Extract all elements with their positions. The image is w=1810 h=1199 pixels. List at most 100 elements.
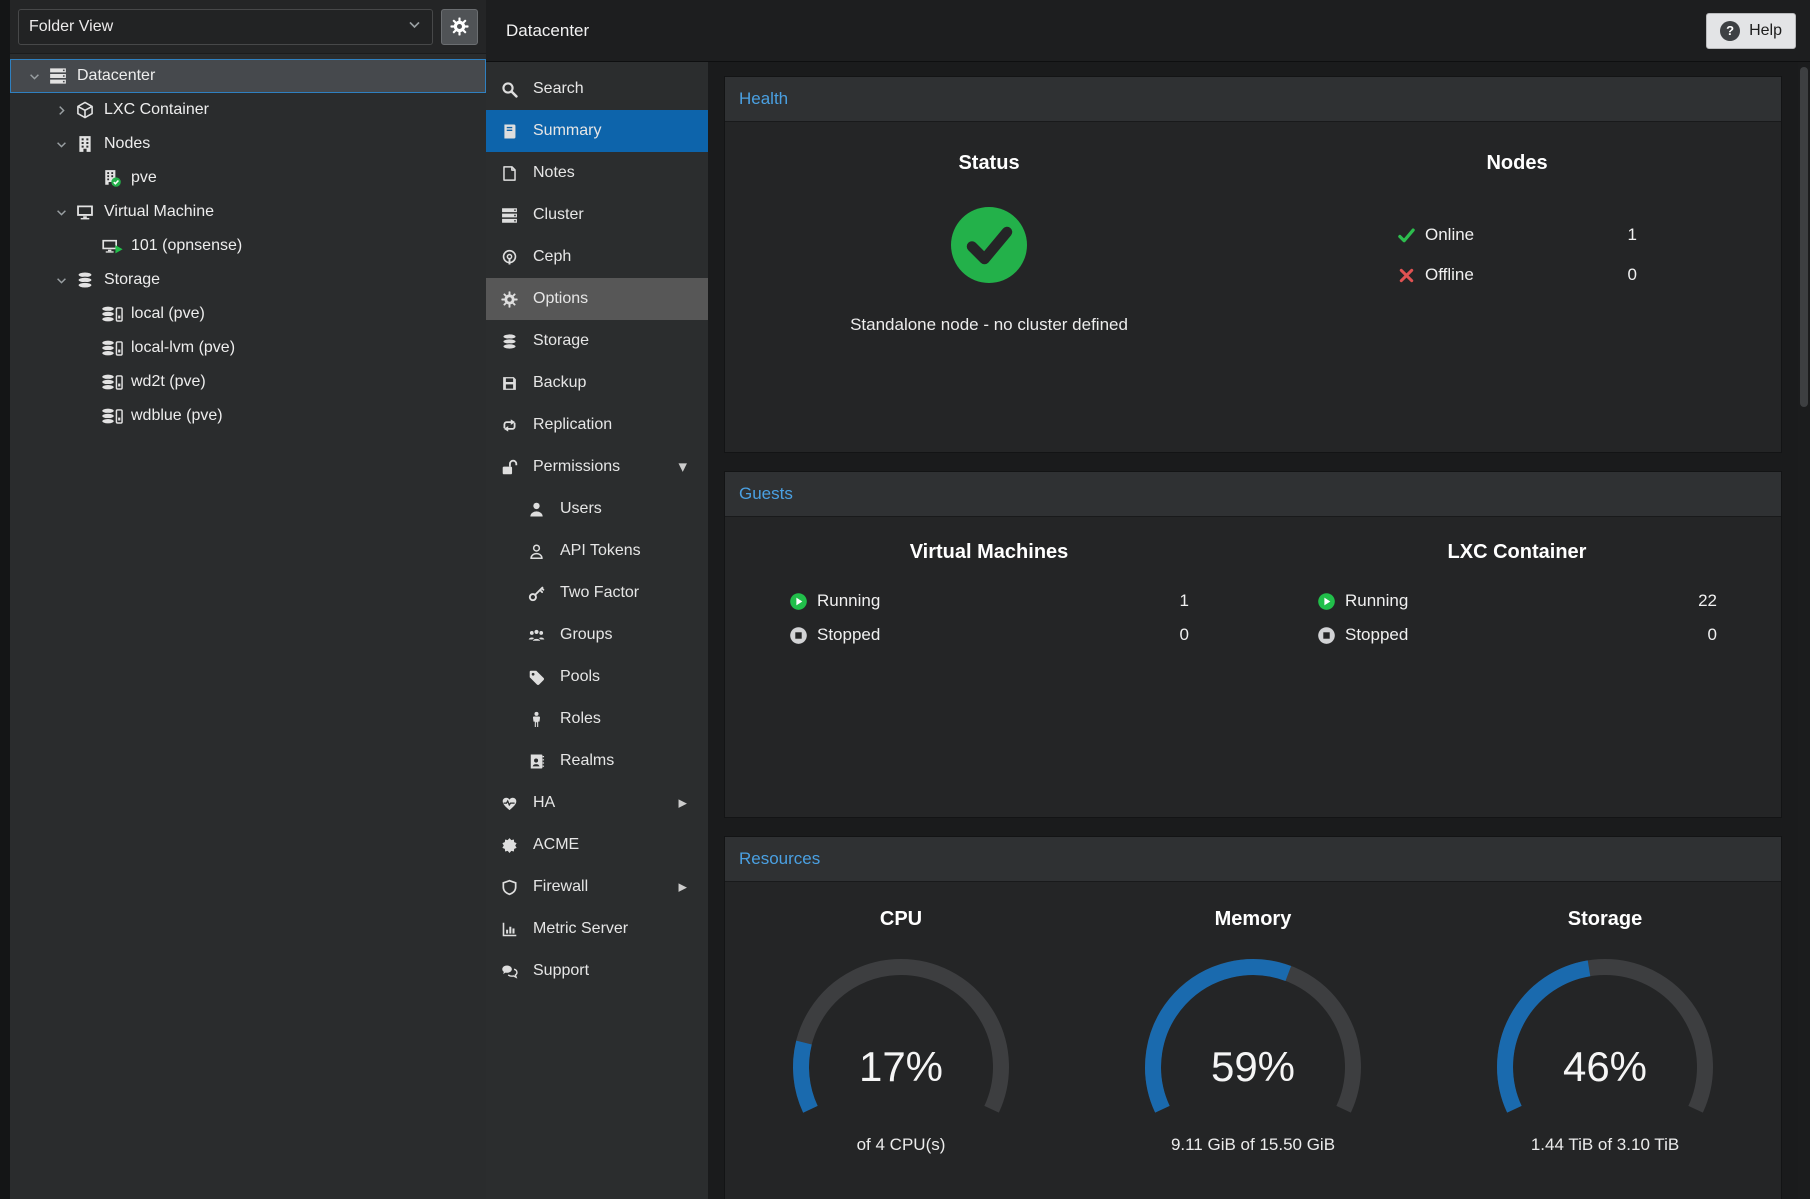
status-row-stopped: Stopped0 bbox=[1317, 622, 1717, 648]
guests-panel-body: Virtual MachinesRunning1Stopped0LXC Cont… bbox=[725, 517, 1781, 817]
menu-item-pools[interactable]: Pools bbox=[486, 656, 708, 698]
database-drive-icon bbox=[100, 339, 124, 357]
tree-item-wd2t-pve[interactable]: wd2t (pve) bbox=[10, 365, 486, 399]
chevron-down-icon[interactable] bbox=[49, 206, 73, 219]
tree-item-101-opnsense[interactable]: 101 (opnsense) bbox=[10, 229, 486, 263]
resources-panel: Resources CPU 17% of 4 CPU(s) Memory59%9.11… bbox=[724, 836, 1782, 1199]
storage-gauge: 46% bbox=[1465, 949, 1745, 1119]
resources-panel-header[interactable]: Resources bbox=[725, 837, 1781, 882]
gauge-title: Storage bbox=[1568, 908, 1642, 931]
menu-item-groups[interactable]: Groups bbox=[486, 614, 708, 656]
chevron-down-icon[interactable] bbox=[49, 138, 73, 151]
menu-item-replication[interactable]: Replication bbox=[486, 404, 708, 446]
menu-item-notes[interactable]: Notes bbox=[486, 152, 708, 194]
status-row-stopped: Stopped0 bbox=[789, 622, 1189, 648]
tree-item-local-lvm-pve[interactable]: local-lvm (pve) bbox=[10, 331, 486, 365]
menu-item-metric-server[interactable]: Metric Server bbox=[486, 908, 708, 950]
menu-item-label: Options bbox=[533, 290, 588, 308]
menu-item-label: HA bbox=[533, 794, 555, 812]
ceph-icon bbox=[500, 249, 519, 266]
menu-item-summary[interactable]: Summary bbox=[486, 110, 708, 152]
menu-item-permissions[interactable]: Permissions▼ bbox=[486, 446, 708, 488]
tree-item-wdblue-pve[interactable]: wdblue (pve) bbox=[10, 399, 486, 433]
scrollbar-thumb[interactable] bbox=[1800, 67, 1808, 407]
status-row-value: 0 bbox=[1180, 625, 1189, 645]
tree-item-label: Storage bbox=[104, 271, 160, 289]
gauge-sublabel: 9.11 GiB of 15.50 GiB bbox=[1171, 1135, 1335, 1155]
vertical-scrollbar[interactable] bbox=[1798, 62, 1810, 1199]
guests-title: Guests bbox=[739, 484, 793, 504]
chevron-right-icon[interactable] bbox=[49, 104, 73, 117]
menu-item-roles[interactable]: Roles bbox=[486, 698, 708, 740]
replication-icon bbox=[500, 417, 519, 434]
cluster-status-column: Status Standalone node - no cluster defi… bbox=[725, 122, 1253, 452]
menu-item-label: Pools bbox=[560, 668, 600, 686]
status-row-value: 0 bbox=[1628, 265, 1637, 285]
tree-item-label: pve bbox=[131, 169, 157, 187]
menu-item-ha[interactable]: HA▶ bbox=[486, 782, 708, 824]
tree-settings-button[interactable] bbox=[441, 9, 478, 45]
menu-item-label: Firewall bbox=[533, 878, 588, 896]
menu-item-label: Groups bbox=[560, 626, 612, 644]
cluster-status-message: Standalone node - no cluster defined bbox=[850, 315, 1128, 335]
building-check-icon bbox=[100, 169, 124, 187]
cube-icon bbox=[73, 101, 97, 119]
help-button[interactable]: ? Help bbox=[1706, 13, 1796, 49]
menu-item-search[interactable]: Search bbox=[486, 68, 708, 110]
gauge-sublabel: of 4 CPU(s) bbox=[857, 1135, 946, 1155]
status-row-running: Running1 bbox=[789, 588, 1189, 614]
cpu-gauge: 17% bbox=[761, 949, 1041, 1119]
tree-item-local-pve[interactable]: local (pve) bbox=[10, 297, 486, 331]
menu-item-cluster[interactable]: Cluster bbox=[486, 194, 708, 236]
tree-item-label: wd2t (pve) bbox=[131, 373, 206, 391]
menu-item-firewall[interactable]: Firewall ▶ bbox=[486, 866, 708, 908]
gauge-percent: 46% bbox=[1465, 1043, 1745, 1091]
tree-item-storage[interactable]: Storage bbox=[10, 263, 486, 297]
menu-item-label: Users bbox=[560, 500, 602, 518]
menu-item-support[interactable]: Support bbox=[486, 950, 708, 992]
window-edge bbox=[0, 0, 10, 1199]
database-drive-icon bbox=[100, 373, 124, 391]
guests-panel-header[interactable]: Guests bbox=[725, 472, 1781, 517]
status-row-value: 1 bbox=[1180, 591, 1189, 611]
gauge-column-storage: Storage46%1.44 TiB of 3.10 TiB bbox=[1429, 882, 1781, 1199]
tree-item-pve[interactable]: pve bbox=[10, 161, 486, 195]
guests-panel: Guests Virtual MachinesRunning1Stopped0L… bbox=[724, 471, 1782, 818]
status-row-label: Stopped bbox=[1345, 625, 1408, 645]
help-label: Help bbox=[1749, 22, 1782, 40]
menu-item-options[interactable]: Options bbox=[486, 278, 708, 320]
caret-right-icon: ▶ bbox=[679, 882, 687, 893]
status-row-running: Running22 bbox=[1317, 588, 1717, 614]
health-panel-header[interactable]: Health bbox=[725, 77, 1781, 122]
database-icon bbox=[500, 333, 519, 350]
database-icon bbox=[73, 271, 97, 289]
tree-item-virtual-machine[interactable]: Virtual Machine bbox=[10, 195, 486, 229]
menu-item-two-factor[interactable]: Two Factor bbox=[486, 572, 708, 614]
tree-item-label: Virtual Machine bbox=[104, 203, 214, 221]
key-icon bbox=[527, 585, 546, 602]
status-heading: Status bbox=[958, 152, 1019, 175]
menu-item-storage[interactable]: Storage bbox=[486, 320, 708, 362]
menu-item-label: Realms bbox=[560, 752, 614, 770]
menu-item-backup[interactable]: Backup bbox=[486, 362, 708, 404]
tree-item-datacenter[interactable]: Datacenter bbox=[10, 59, 486, 93]
tree-item-lxc-container[interactable]: LXC Container bbox=[10, 93, 486, 127]
chevron-down-icon[interactable] bbox=[49, 274, 73, 287]
gauge-title: CPU bbox=[880, 908, 922, 931]
menu-item-acme[interactable]: ACME bbox=[486, 824, 708, 866]
menu-item-label: ACME bbox=[533, 836, 579, 854]
menu-item-users[interactable]: Users bbox=[486, 488, 708, 530]
gauge-column-memory: Memory59%9.11 GiB of 15.50 GiB bbox=[1077, 882, 1429, 1199]
menu-item-realms[interactable]: Realms bbox=[486, 740, 708, 782]
gauge-percent: 17% bbox=[761, 1043, 1041, 1091]
tree-item-label: Datacenter bbox=[77, 67, 155, 85]
menu-item-ceph[interactable]: Ceph bbox=[486, 236, 708, 278]
heartbeat-icon bbox=[500, 795, 519, 812]
view-mode-select[interactable]: Folder View bbox=[18, 9, 433, 45]
status-row-label: Running bbox=[1345, 591, 1408, 611]
user-icon bbox=[527, 501, 546, 518]
menu-item-label: Support bbox=[533, 962, 589, 980]
tree-item-nodes[interactable]: Nodes bbox=[10, 127, 486, 161]
chevron-down-icon[interactable] bbox=[22, 70, 46, 83]
menu-item-api-tokens[interactable]: API Tokens bbox=[486, 530, 708, 572]
